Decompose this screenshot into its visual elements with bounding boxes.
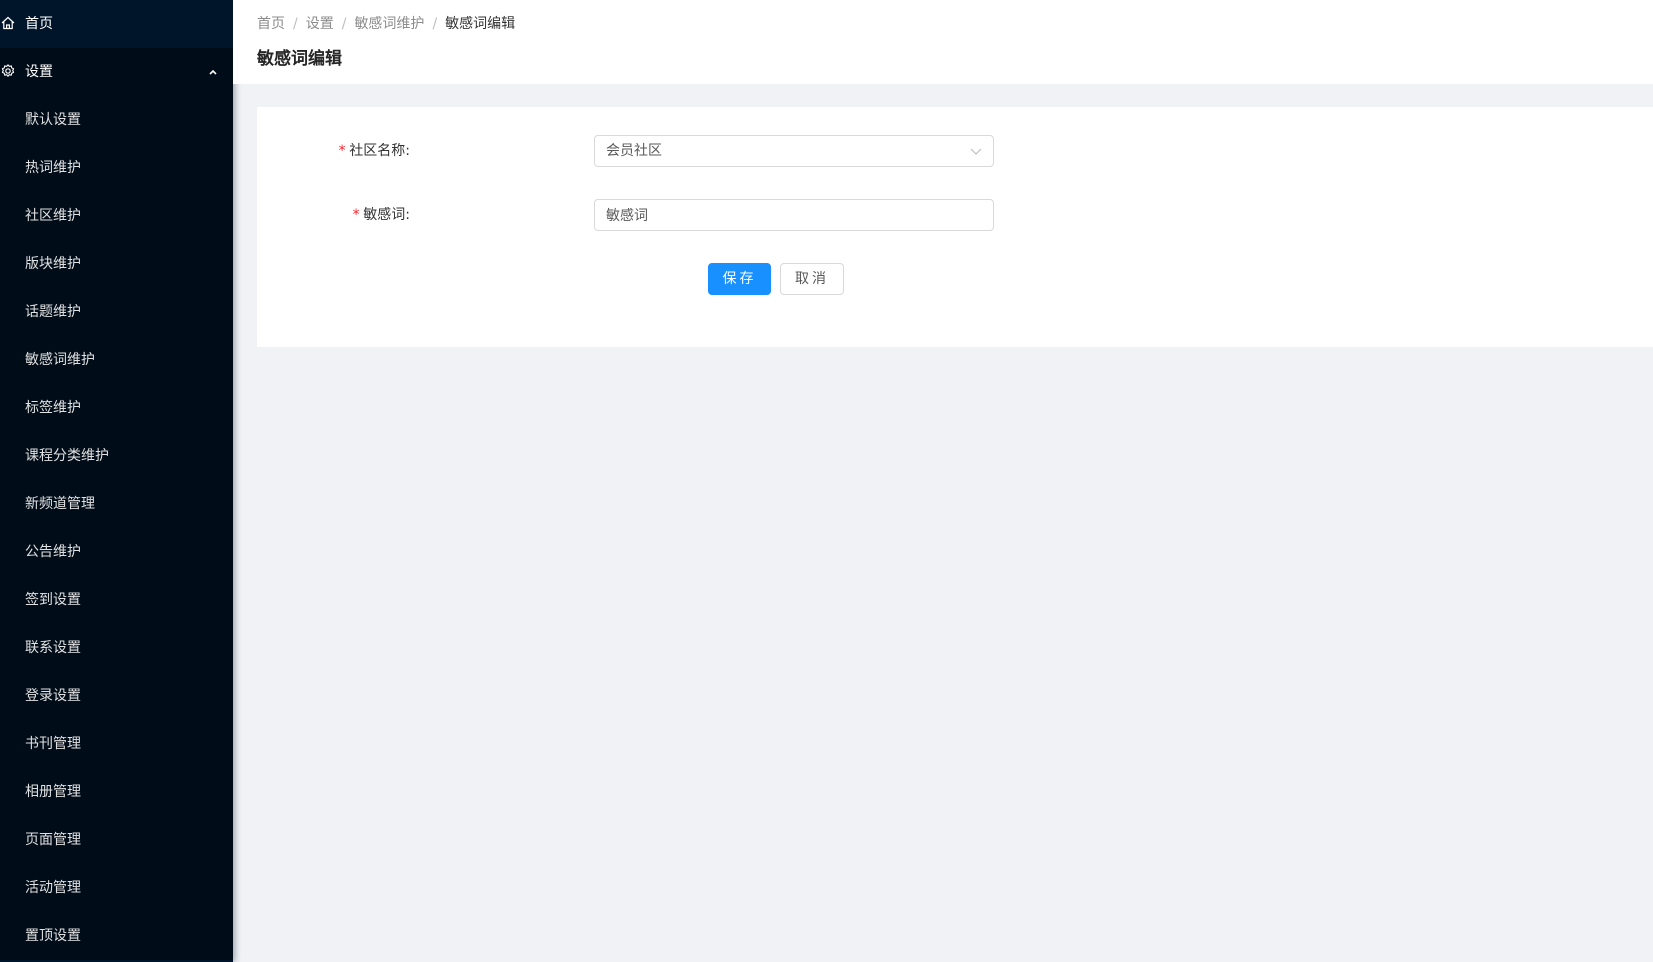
cancel-button[interactable]: 取消	[780, 263, 844, 295]
sidebar-item-settings[interactable]: 设置	[0, 48, 233, 96]
sidebar-item-tag[interactable]: 标签维护	[0, 384, 233, 432]
sidebar-item-pin[interactable]: 置顶设置	[0, 912, 233, 960]
keyword-input[interactable]	[594, 199, 994, 231]
sidebar-item-page[interactable]: 页面管理	[0, 816, 233, 864]
keyword-label-text: 敏感词:	[363, 207, 410, 223]
sidebar-item-publication[interactable]: 书刊管理	[0, 720, 233, 768]
breadcrumb-sensitive-word[interactable]: 敏感词维护	[354, 16, 424, 32]
settings-submenu: 默认设置 热词维护 社区维护 版块维护 话题维护 敏感词维护 标签维护 课程分类…	[0, 96, 233, 960]
save-button[interactable]: 保存	[708, 263, 771, 295]
sidebar-item-default-settings[interactable]: 默认设置	[0, 96, 233, 144]
sidebar-item-login[interactable]: 登录设置	[0, 672, 233, 720]
sidebar: 首页 设置 默认设置 热词维护 社区维护 版块维护 话题维护 敏感词维护 标签维…	[0, 0, 233, 962]
sidebar-item-community[interactable]: 社区维护	[0, 192, 233, 240]
sidebar-item-channel[interactable]: 新频道管理	[0, 480, 233, 528]
page-header: 首页 / 设置 / 敏感词维护 / 敏感词编辑 敏感词编辑	[233, 0, 1653, 84]
breadcrumb-home[interactable]: 首页	[257, 16, 285, 32]
community-select[interactable]: 会员社区	[594, 135, 994, 167]
community-label-text: 社区名称:	[349, 143, 410, 159]
keyword-form-row: * 敏感词:	[257, 199, 1653, 231]
sidebar-item-announcement[interactable]: 公告维护	[0, 528, 233, 576]
breadcrumb-settings[interactable]: 设置	[306, 16, 334, 32]
sidebar-item-hotword[interactable]: 热词维护	[0, 144, 233, 192]
chevron-up-icon[interactable]	[207, 48, 219, 96]
sidebar-item-sensitive-word[interactable]: 敏感词维护	[0, 336, 233, 384]
breadcrumb: 首页 / 设置 / 敏感词维护 / 敏感词编辑	[257, 13, 515, 33]
breadcrumb-separator: /	[293, 16, 298, 32]
form-card: *社区名称: 会员社区 *敏感词: 保存 取消	[257, 107, 1653, 347]
sidebar-item-section[interactable]: 版块维护	[0, 240, 233, 288]
sidebar-item-course-category[interactable]: 课程分类维护	[0, 432, 233, 480]
sidebar-item-home-label: 首页	[25, 16, 53, 32]
sidebar-item-album[interactable]: 相册管理	[0, 768, 233, 816]
breadcrumb-separator: /	[432, 16, 438, 32]
page-title: 敏感词编辑	[257, 49, 342, 69]
community-label: * 社区名称:	[338, 135, 410, 167]
gear-icon	[1, 64, 15, 77]
required-mark: *	[351, 207, 361, 223]
breadcrumb-current: 敏感词编辑	[445, 16, 516, 32]
sidebar-item-checkin[interactable]: 签到设置	[0, 576, 233, 624]
sidebar-item-activity[interactable]: 活动管理	[0, 864, 233, 912]
sidebar-item-settings-label: 设置	[25, 64, 53, 80]
community-select-value: 会员社区	[606, 143, 662, 159]
breadcrumb-separator: /	[341, 16, 347, 32]
sidebar-item-topic[interactable]: 话题维护	[0, 288, 233, 336]
sidebar-item-home[interactable]: 首页	[0, 0, 233, 48]
sidebar-item-contact[interactable]: 联系设置	[0, 624, 233, 672]
chevron-down-icon	[970, 148, 982, 155]
required-mark: *	[337, 143, 347, 159]
home-icon	[1, 16, 15, 30]
community-form-row: * 社区名称: 会员社区	[257, 135, 1653, 167]
keyword-label: * 敏感词:	[352, 199, 410, 231]
